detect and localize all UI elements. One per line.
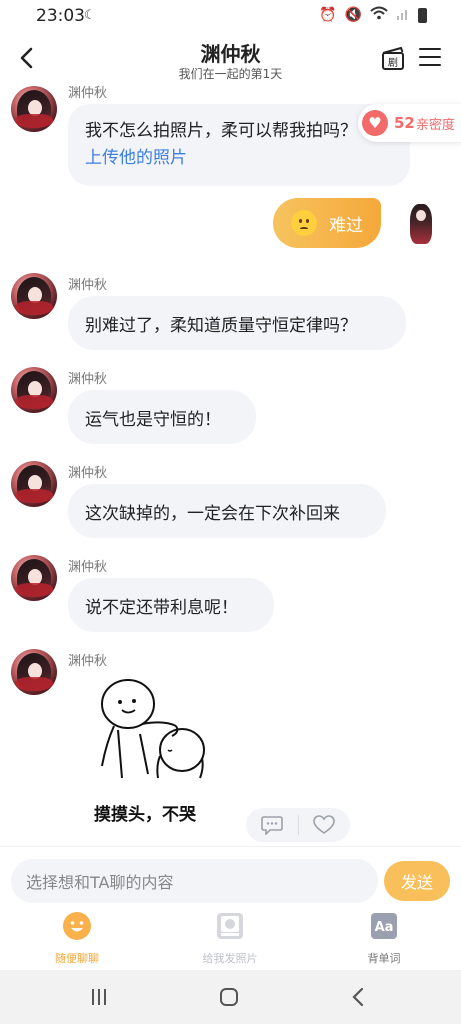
intimacy-label: 亲密度	[415, 117, 455, 133]
tab-label: 随便聊聊	[55, 952, 99, 965]
wifi-icon	[370, 6, 388, 24]
intimacy-value: 52	[394, 114, 415, 132]
svg-text:Aa: Aa	[375, 920, 394, 935]
avatar[interactable]	[11, 555, 57, 601]
sender-name: 渊仲秋	[68, 372, 108, 387]
message-text: 这次缺掉的，一定会在下次补回来	[85, 503, 340, 524]
message-bubble[interactable]: 别难过了，柔知道质量守恒定律吗？	[68, 296, 406, 350]
avatar[interactable]	[11, 649, 57, 695]
my-avatar[interactable]	[398, 200, 444, 246]
clapperboard-button[interactable]: 剧	[381, 46, 405, 70]
sender-name: 渊仲秋	[68, 654, 108, 669]
message-text: 难过	[329, 215, 363, 236]
like-button[interactable]	[298, 808, 350, 842]
chat-area[interactable]: 渊仲秋 我不怎么拍照片，柔可以帮我拍吗？ 上传他的照片 ♥ 52 亲密度 难过 …	[0, 84, 461, 846]
input-area: 选择想和TA聊的内容 发送	[0, 846, 461, 912]
avatar[interactable]	[11, 273, 57, 319]
status-icons: ⏰ 🔇	[319, 6, 427, 24]
tab-vocabulary[interactable]: Aa 背单词	[329, 912, 439, 970]
message-bubble[interactable]: 运气也是守恒的！	[68, 390, 256, 444]
alarm-icon: ⏰	[319, 7, 337, 23]
mute-icon: 🔇	[344, 7, 362, 23]
upload-photo-link[interactable]: 上传他的照片	[85, 145, 393, 172]
avatar[interactable]	[11, 86, 57, 132]
avatar[interactable]	[11, 367, 57, 413]
camera-icon	[217, 913, 243, 939]
home-button[interactable]	[214, 984, 244, 1010]
clapperboard-glyph: 剧	[388, 57, 398, 69]
send-button[interactable]: 发送	[384, 861, 450, 901]
intimacy-badge[interactable]: ♥ 52 亲密度	[358, 104, 461, 142]
worried-face-icon	[291, 210, 317, 236]
signal-icon	[396, 6, 410, 24]
system-nav-bar	[0, 970, 461, 1024]
message-text: 运气也是守恒的！	[85, 409, 221, 430]
tab-label: 背单词	[367, 952, 401, 965]
sticker-caption: 摸摸头，不哭	[94, 805, 196, 825]
font-aa-icon: Aa	[371, 913, 397, 939]
home-icon	[220, 988, 238, 1006]
sender-name: 渊仲秋	[68, 560, 108, 575]
message-text: 我不怎么拍照片，柔可以帮我拍吗？	[85, 121, 357, 141]
message-input[interactable]: 选择想和TA聊的内容	[11, 859, 378, 903]
status-time: 23:03	[36, 6, 85, 26]
tab-send-photo[interactable]: 给我发照片	[175, 912, 285, 970]
reaction-bar	[246, 808, 350, 842]
clapperboard-icon: 剧	[382, 46, 404, 70]
back-nav-icon	[352, 987, 364, 1007]
smiley-icon	[63, 912, 91, 940]
heart-outline-icon	[313, 815, 336, 834]
message-bubble[interactable]: 这次缺掉的，一定会在下次补回来	[68, 484, 386, 538]
message-text: 别难过了，柔知道质量守恒定律吗？	[85, 315, 357, 336]
heart-icon: ♥	[362, 110, 388, 136]
tab-chat[interactable]: 随便聊聊	[22, 912, 132, 970]
back-nav-button[interactable]	[343, 984, 373, 1010]
moon-icon: ☾	[84, 8, 96, 23]
menu-line	[419, 64, 441, 66]
sender-name: 渊仲秋	[68, 86, 108, 101]
avatar[interactable]	[11, 461, 57, 507]
bottom-tab-bar: 随便聊聊 给我发照片 Aa 背单词	[0, 912, 461, 970]
menu-button[interactable]	[419, 48, 441, 68]
menu-line	[419, 56, 441, 58]
recent-apps-icon	[92, 989, 106, 1005]
message-text: 说不定还带利息呢！	[85, 597, 238, 618]
status-bar: 23:03 ☾ ⏰ 🔇	[0, 0, 461, 32]
comment-button[interactable]	[246, 808, 298, 842]
recent-apps-button[interactable]	[84, 984, 114, 1010]
sender-name: 渊仲秋	[68, 278, 108, 293]
battery-icon	[418, 7, 427, 23]
my-message-bubble[interactable]: 难过	[273, 198, 381, 248]
message-bubble[interactable]: 说不定还带利息呢！	[68, 578, 274, 632]
sender-name: 渊仲秋	[68, 466, 108, 481]
head-pat-sticker[interactable]	[84, 674, 224, 794]
chat-header: 渊仲秋 我们在一起的第1天 剧	[0, 32, 461, 84]
comment-icon	[260, 816, 283, 835]
menu-line	[419, 48, 441, 50]
tab-label: 给我发照片	[202, 952, 258, 965]
